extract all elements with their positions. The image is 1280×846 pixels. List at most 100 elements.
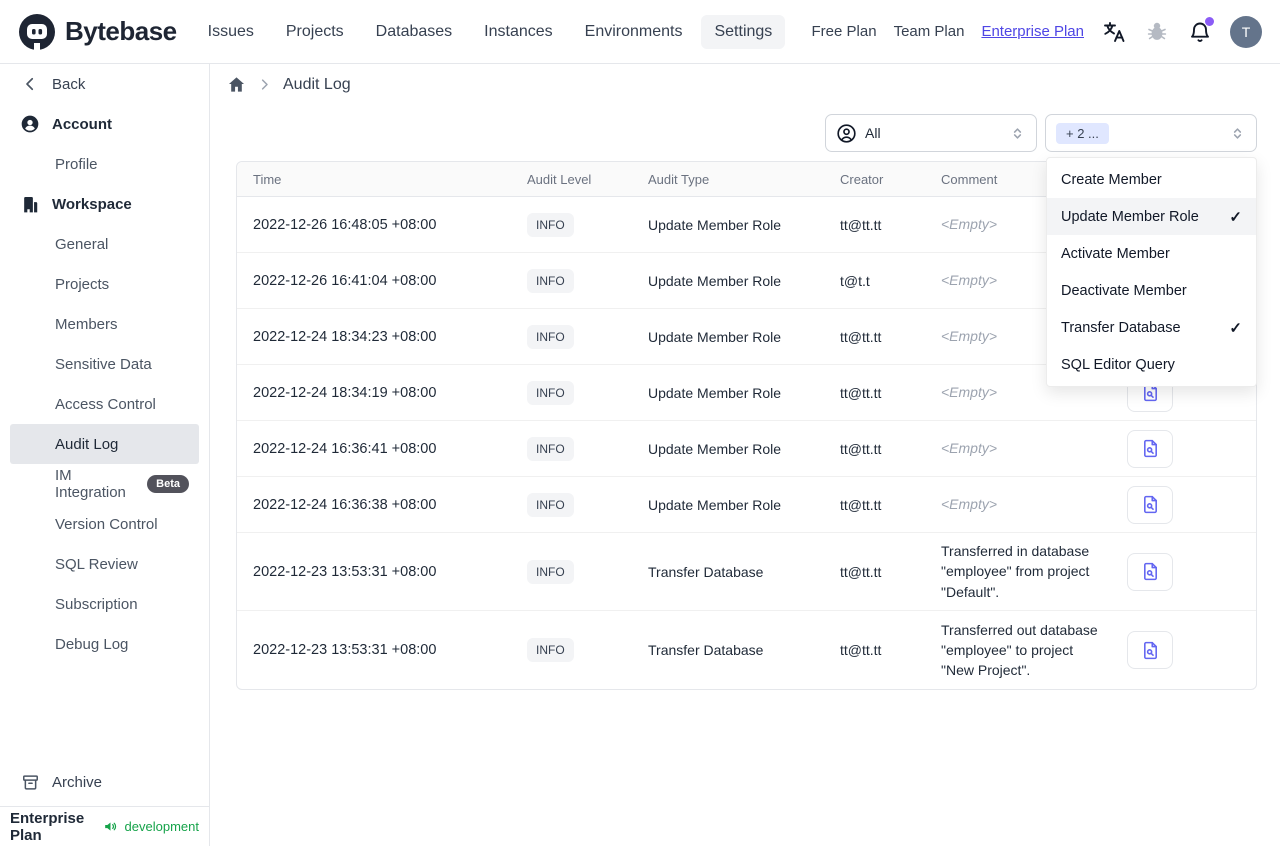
current-plan-label: Enterprise Plan [10,809,85,844]
row-creator: tt@tt.tt [840,496,882,513]
audit-type-filter-value: + 2 ... [1056,122,1109,144]
navbar-right: Free Plan Team Plan Enterprise Plan T [812,15,1262,48]
audit-level-badge: INFO [527,324,574,349]
sidebar-item-audit-log[interactable]: Audit Log [10,424,199,464]
sidebar-item-projects[interactable]: Projects [10,264,199,304]
bytebase-logo[interactable]: Bytebase [18,13,177,51]
row-creator: tt@tt.tt [840,440,882,457]
main-nav-links: Issues Projects Databases Instances Envi… [195,14,786,49]
page-title: Audit Log [283,75,351,93]
row-audit-type: Transfer Database [648,642,764,658]
col-header-audit-type: Audit Type [648,171,710,187]
col-header-time: Time [253,171,282,187]
row-comment: Transferred out database "employee" to p… [941,621,1098,679]
row-audit-type: Update Member Role [648,328,782,345]
archive-button[interactable]: Archive [10,762,199,802]
view-detail-button[interactable] [1127,631,1173,669]
sidebar-item-version-control[interactable]: Version Control [10,504,199,544]
app-root: Bytebase Issues Projects Databases Insta… [0,0,1280,846]
sidebar-item-general[interactable]: General [10,224,199,264]
sidebar-item-debug-log[interactable]: Debug Log [10,624,199,664]
notification-dot [1205,16,1214,26]
sidebar-item-sql-review[interactable]: SQL Review [10,544,199,584]
sidebar-item-sensitive-data[interactable]: Sensitive Data [10,344,199,384]
menu-item-activate-member[interactable]: Activate Member [1047,235,1256,272]
workspace-building-icon [20,194,40,214]
sidebar-item-subscription[interactable]: Subscription [10,584,199,624]
audit-level-badge: INFO [527,492,574,517]
sidebar-nav: Back Account Profile Workspace General P… [0,64,209,762]
beta-badge: Beta [147,475,189,493]
sidebar-item-members[interactable]: Members [10,304,199,344]
user-avatar[interactable]: T [1230,15,1262,48]
audit-type-dropdown-menu: Create Member Update Member Role ✓ Activ… [1046,157,1257,387]
team-plan-link[interactable]: Team Plan [894,23,965,40]
view-detail-button[interactable] [1127,429,1173,468]
audit-type-filter-select[interactable]: + 2 ... [1045,114,1257,152]
table-row: 2022-12-24 16:36:38 +08:00 INFO Update M… [237,477,1256,533]
translate-icon[interactable] [1101,19,1127,45]
menu-item-deactivate-member[interactable]: Deactivate Member [1047,272,1256,309]
row-time: 2022-12-26 16:41:04 +08:00 [253,272,437,289]
archive-box-icon [20,772,40,792]
free-plan-link[interactable]: Free Plan [812,23,877,40]
sidebar-item-access-control[interactable]: Access Control [10,384,199,424]
col-header-creator: Creator [840,171,884,187]
row-audit-type: Update Member Role [648,440,782,457]
nav-databases[interactable]: Databases [363,15,466,49]
nav-settings[interactable]: Settings [701,14,786,49]
row-time: 2022-12-24 16:36:38 +08:00 [253,496,437,513]
brand-name: Bytebase [65,16,177,46]
breadcrumb-chevron-icon [257,77,272,92]
menu-item-sql-editor-query[interactable]: SQL Editor Query [1047,346,1256,383]
creator-filter-value: All [865,125,881,141]
row-audit-type: Update Member Role [648,272,782,289]
enterprise-plan-link[interactable]: Enterprise Plan [981,23,1084,40]
row-time: 2022-12-23 13:53:31 +08:00 [253,563,437,580]
nav-projects[interactable]: Projects [273,15,357,49]
check-icon: ✓ [1229,208,1242,226]
announcement-speaker-icon [103,819,118,834]
row-creator: tt@tt.tt [840,328,882,345]
row-comment: <Empty> [941,496,998,513]
row-creator: tt@tt.tt [840,384,882,401]
creator-filter-select[interactable]: All [825,114,1037,152]
settings-sidebar: Back Account Profile Workspace General P… [0,64,210,846]
row-creator: t@t.t [840,272,870,289]
environment-mode-label: development [124,819,199,834]
row-time: 2022-12-24 18:34:19 +08:00 [253,384,437,401]
nav-instances[interactable]: Instances [471,15,565,49]
row-audit-type: Update Member Role [648,216,782,233]
row-time: 2022-12-24 16:36:41 +08:00 [253,440,437,457]
sidebar-item-im-integration[interactable]: IM Integration Beta [10,464,199,504]
chevron-left-icon [20,74,40,94]
back-button[interactable]: Back [10,64,199,104]
sidebar-section-account: Account [10,104,199,144]
audit-level-badge: INFO [527,559,574,584]
bug-report-icon[interactable] [1144,19,1170,45]
home-icon[interactable] [227,75,246,94]
menu-item-transfer-database[interactable]: Transfer Database ✓ [1047,309,1256,346]
notifications-bell-icon[interactable] [1187,16,1214,45]
row-comment: <Empty> [941,440,998,457]
menu-item-update-member-role[interactable]: Update Member Role ✓ [1047,198,1256,235]
menu-item-create-member[interactable]: Create Member [1047,161,1256,198]
sidebar-section-workspace: Workspace [10,184,199,224]
table-row: 2022-12-24 16:36:41 +08:00 INFO Update M… [237,421,1256,477]
plan-status-bar: Enterprise Plan development [0,806,209,846]
nav-issues[interactable]: Issues [195,15,267,49]
audit-level-badge: INFO [527,212,574,237]
check-icon: ✓ [1229,319,1242,337]
view-detail-button[interactable] [1127,485,1173,524]
table-row: 2022-12-23 13:53:31 +08:00 INFO Transfer… [237,533,1256,611]
audit-level-badge: INFO [527,436,574,461]
account-person-icon [20,114,40,134]
sidebar-item-profile[interactable]: Profile [10,144,199,184]
breadcrumb: Audit Log [227,75,351,94]
row-audit-type: Update Member Role [648,384,782,401]
nav-environments[interactable]: Environments [572,15,696,49]
view-detail-button[interactable] [1127,552,1173,591]
audit-level-badge: INFO [527,638,574,662]
row-creator: tt@tt.tt [840,642,882,658]
row-time: 2022-12-24 18:34:23 +08:00 [253,328,437,345]
